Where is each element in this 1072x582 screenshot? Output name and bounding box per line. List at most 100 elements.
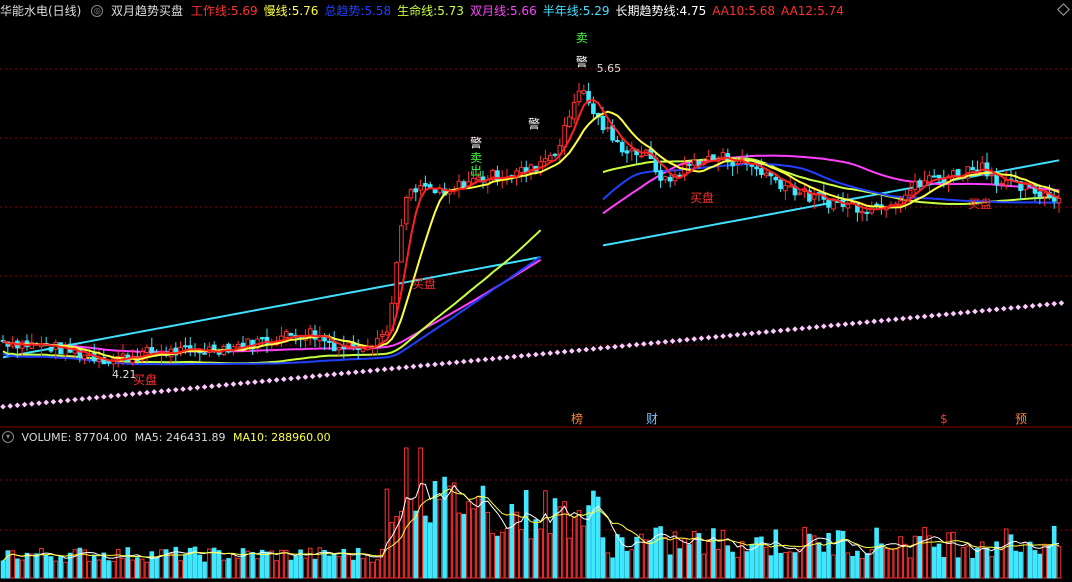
volume-bar (389, 521, 395, 579)
long-trend-marker (705, 334, 712, 341)
long-trend-marker (784, 327, 791, 333)
long-trend-marker (511, 353, 518, 360)
long-trend-marker (187, 385, 194, 392)
long-trend-marker (554, 349, 561, 356)
long-trend-marker (208, 383, 215, 390)
volume-bar (1027, 541, 1033, 579)
candle-body (360, 348, 366, 352)
double-month-line (2, 154, 1060, 353)
candle-body (106, 361, 111, 364)
long-trend-marker (698, 335, 705, 342)
candle-body (667, 176, 673, 182)
long-trend-marker (14, 402, 21, 409)
volume-bar (797, 548, 803, 579)
volume-bar (931, 546, 937, 579)
candle-body (403, 197, 409, 225)
volume-bar (831, 554, 836, 579)
long-trend-marker (943, 311, 950, 318)
long-trend-marker (979, 307, 986, 314)
sell-marker: 卖 (470, 151, 482, 165)
volume-bar (951, 531, 956, 579)
candle-body (581, 90, 587, 94)
candle-body (773, 176, 779, 181)
long-trend-marker (540, 350, 546, 357)
volume-bar (183, 554, 188, 579)
candle-body (288, 332, 294, 336)
volume-bar (91, 554, 97, 579)
long-trend-marker (144, 389, 150, 396)
long-trend-marker (79, 396, 86, 402)
long-trend-marker (842, 321, 849, 328)
long-trend-marker (633, 341, 640, 348)
long-trend-marker (583, 346, 590, 353)
volume-bar (845, 552, 851, 579)
volume-bar (168, 553, 174, 579)
volume-bar (15, 558, 20, 579)
chart-canvas[interactable]: 卖警 5.65警警卖出买盘买盘买盘 买盘4.21榜财 $ 预 (0, 0, 1072, 582)
candle-body (600, 115, 606, 131)
candle-body (413, 188, 419, 193)
volume-bar (269, 550, 275, 579)
volume-bar (456, 512, 462, 579)
candle-body (629, 148, 635, 152)
volume-bar (384, 488, 390, 579)
long-trend-marker (432, 361, 438, 368)
volume-bar (34, 553, 39, 579)
candle-body (735, 162, 740, 165)
volume-bar (360, 558, 366, 579)
volume-bar (125, 547, 131, 579)
candle-body (235, 343, 241, 348)
volume-bar (768, 555, 774, 579)
volume-bar (523, 490, 529, 579)
long-trend-marker (230, 381, 237, 387)
long-trend-marker (885, 317, 892, 323)
volume-bar (178, 560, 183, 579)
volume-bar (303, 557, 308, 579)
long-trend-marker (669, 338, 676, 344)
long-trend-marker (950, 310, 957, 317)
long-trend-marker (216, 382, 222, 389)
volume-bar (499, 531, 505, 579)
candle-body (912, 181, 918, 190)
volume-bar (490, 532, 495, 579)
candle-body (639, 155, 644, 158)
long-trend-marker (662, 338, 669, 345)
long-trend-marker (568, 348, 575, 354)
volume-bar (485, 511, 491, 579)
volume-bar (547, 533, 553, 579)
volume-bar (543, 490, 548, 579)
long-trend-marker (640, 341, 647, 347)
volume-bar (955, 557, 961, 579)
long-trend-marker (561, 348, 568, 355)
candle-body (552, 153, 558, 156)
long-trend-marker (518, 353, 525, 359)
long-trend-marker (475, 357, 482, 363)
volume-bar (1008, 534, 1014, 579)
long-trend-marker (907, 315, 914, 321)
long-trend-marker (57, 398, 64, 404)
volume-bar (437, 498, 443, 579)
volume-bar (975, 547, 980, 579)
candle-body (547, 154, 553, 162)
candle-body (591, 103, 596, 115)
volume-bar (111, 560, 116, 579)
volume-bar (403, 447, 409, 579)
long-trend-marker (1008, 305, 1014, 311)
volume-bar (115, 549, 121, 579)
candle-body (48, 346, 54, 352)
long-trend-marker (720, 333, 726, 340)
candle-body (754, 166, 759, 170)
buy-marker: 买盘 (968, 196, 992, 211)
volume-bar (466, 501, 471, 579)
candle-body (418, 185, 423, 191)
long-trend-marker (525, 352, 532, 359)
candle-body (797, 192, 803, 195)
candle-body (144, 347, 150, 353)
volume-bar (840, 530, 846, 579)
candle-body (691, 159, 697, 166)
long-trend-marker (777, 327, 784, 334)
volume-bar (480, 485, 486, 579)
volume-bar (615, 534, 620, 579)
volume-bar (802, 526, 807, 579)
volume-bar (677, 548, 683, 579)
